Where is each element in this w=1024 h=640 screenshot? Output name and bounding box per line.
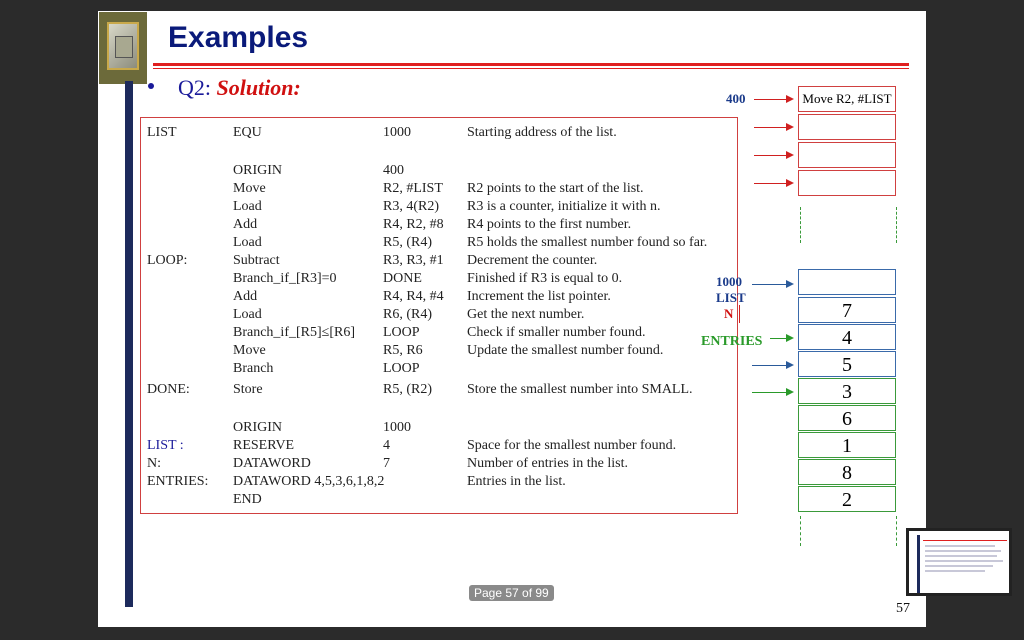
arrow-icon: [770, 334, 794, 342]
arrow-icon: [752, 361, 794, 369]
assembly-code-box: LIST EQU 1000 Starting address of the list.…: [140, 117, 738, 514]
arrow-icon: [752, 280, 794, 288]
chip-logo: [99, 12, 147, 84]
arrow-icon: [754, 95, 794, 103]
arrow-icon: [754, 123, 794, 131]
arrow-icon: [754, 151, 794, 159]
slide-number: 57: [896, 601, 910, 616]
arrow-icon: [752, 388, 794, 396]
slide-subtitle: Q2: Solution:: [178, 75, 301, 100]
slide-title: Examples: [168, 21, 309, 54]
memory-cell-entry: 5: [798, 351, 896, 377]
memory-cell-entry: 4: [798, 324, 896, 350]
bullet-icon: [148, 83, 154, 89]
arrow-icon: [754, 179, 794, 187]
slide-side-bar: [125, 81, 133, 607]
address-400-label: 400: [726, 91, 746, 106]
memory-cell: [798, 170, 896, 196]
memory-cell-entry: 3: [798, 378, 896, 404]
memory-cell: [798, 114, 896, 140]
title-underline: [153, 63, 909, 66]
n-marker: [739, 305, 740, 323]
dashed-continuation: [800, 516, 801, 546]
memory-cell-list: [798, 269, 896, 295]
dashed-continuation: [896, 516, 897, 546]
entries-label: ENTRIES: [701, 334, 763, 349]
memory-cell-entry: 6: [798, 405, 896, 431]
title-underline-thin: [153, 68, 909, 69]
n-label: N: [724, 306, 734, 321]
memory-cell-entry: 2: [798, 486, 896, 512]
dashed-continuation: [800, 207, 801, 243]
dashed-continuation: [896, 207, 897, 243]
slide-thumbnail[interactable]: [906, 528, 1012, 596]
address-1000-label: 1000: [716, 274, 742, 289]
memory-cell: [798, 142, 896, 168]
slide: Examples Q2: Solution: LIST EQU 1000 Starti…: [98, 11, 926, 627]
memory-cell-entry: 8: [798, 459, 896, 485]
page-indicator: Page 57 of 99: [469, 585, 554, 601]
memory-cell-entry: 1: [798, 432, 896, 458]
memory-cell-n: 7: [798, 297, 896, 323]
list-label: LIST: [716, 290, 746, 305]
memory-cell-instruction: Move R2, #LIST: [798, 86, 896, 112]
